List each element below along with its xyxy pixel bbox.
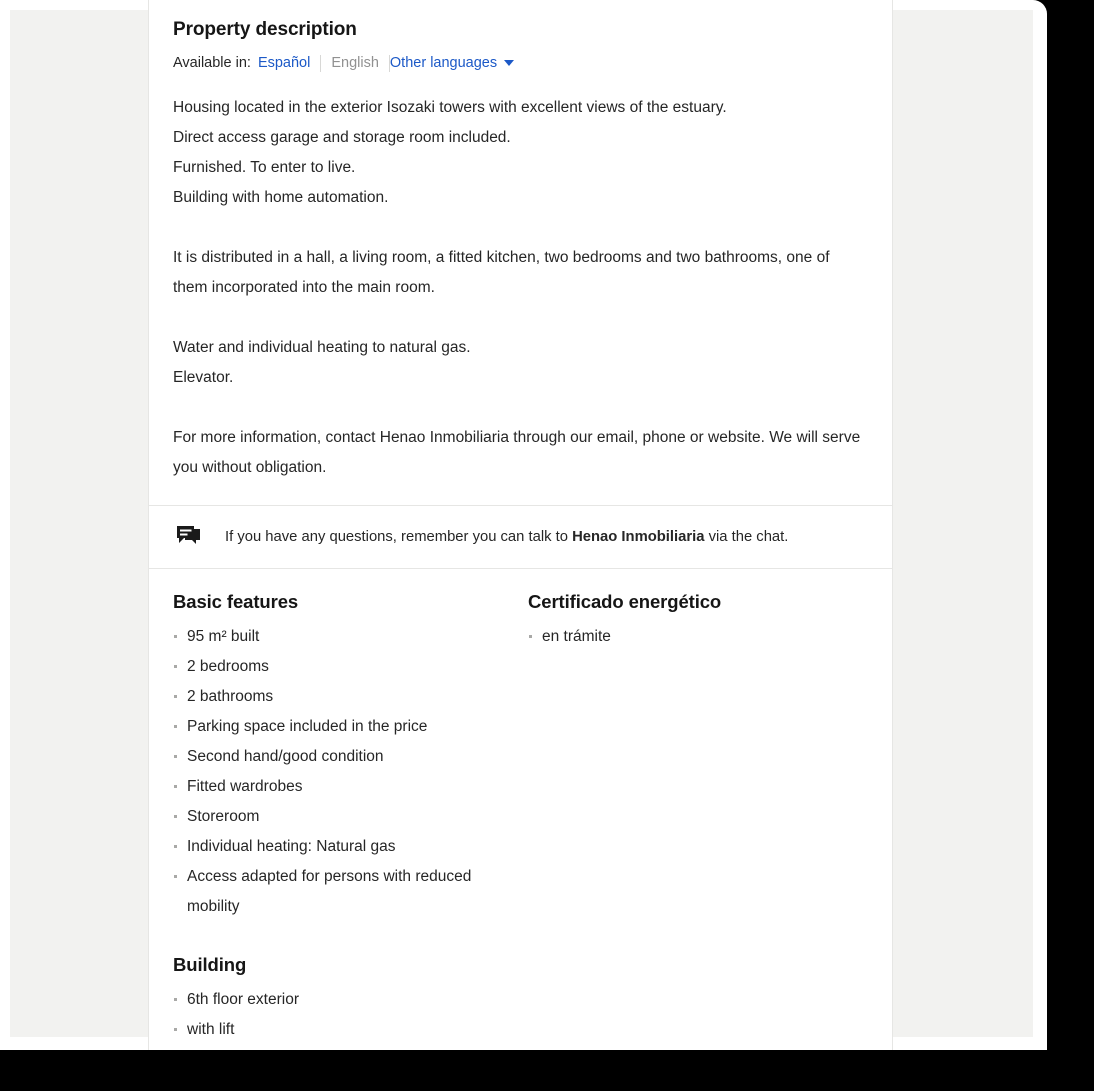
property-detail-page: Property description Available in: Españ… [0,0,1047,1050]
other-languages-label[interactable]: Other languages [390,55,497,71]
energy-certificate-list: en trámite [528,622,868,652]
list-item: 2 bedrooms [173,652,528,682]
list-item: Access adapted for persons with reduced … [173,862,528,922]
description-line: Water and individual heating to natural … [173,339,471,356]
description-line: Building with home automation. [173,189,389,206]
features-column-right: Certificado energético en trámite [528,591,868,1045]
language-selector-bar: Available in: Español English Other lang… [173,53,868,73]
main-content-column: Property description Available in: Españ… [148,0,893,1050]
list-item: Fitted wardrobes [173,772,528,802]
page-gutter-left [10,10,148,1037]
chat-agency-name: Henao Inmobiliaria [572,529,705,545]
chevron-down-icon [504,60,515,66]
building-features-list: 6th floor exterior with lift [173,985,528,1045]
list-item: Parking space included in the price [173,712,528,742]
list-item: 95 m² built [173,622,528,652]
description-line: Furnished. To enter to live. [173,159,356,176]
list-item: Storeroom [173,802,528,832]
chat-banner[interactable]: If you have any questions, remember you … [149,505,892,569]
property-description-section: Property description Available in: Españ… [149,0,892,505]
list-item: 6th floor exterior [173,985,528,1015]
description-line: Direct access garage and storage room in… [173,129,511,146]
list-item: Second hand/good condition [173,742,528,772]
description-line: Elevator. [173,369,234,386]
page-title: Property description [173,19,357,40]
other-languages-dropdown[interactable]: Other languages [390,55,515,71]
list-item: with lift [173,1015,528,1045]
description-text: Housing located in the exterior Isozaki … [173,93,868,483]
list-item: Individual heating: Natural gas [173,832,528,862]
description-line: It is distributed in a hall, a living ro… [173,249,830,296]
list-item: en trámite [528,622,868,652]
chat-banner-text: If you have any questions, remember you … [225,529,788,545]
description-line: For more information, contact Henao Inmo… [173,429,861,476]
language-current-english[interactable]: English [321,55,389,71]
chat-text-before: If you have any questions, remember you … [225,529,573,545]
description-line: Housing located in the exterior Isozaki … [173,99,727,116]
energy-certificate-heading: Certificado energético [528,591,722,612]
property-features-section: Basic features 95 m² built 2 bedrooms 2 … [149,569,892,1045]
basic-features-list: 95 m² built 2 bedrooms 2 bathrooms Parki… [173,622,528,922]
basic-features-heading: Basic features [173,591,299,612]
building-heading: Building [173,954,247,975]
available-in-label: Available in: [173,55,251,71]
features-column-left: Basic features 95 m² built 2 bedrooms 2 … [173,591,528,1045]
language-link-espanol[interactable]: Español [258,55,320,71]
list-item: 2 bathrooms [173,682,528,712]
chat-bubbles-icon [176,524,203,551]
chat-text-after: via the chat. [704,529,789,545]
page-gutter-right [893,10,1033,1037]
